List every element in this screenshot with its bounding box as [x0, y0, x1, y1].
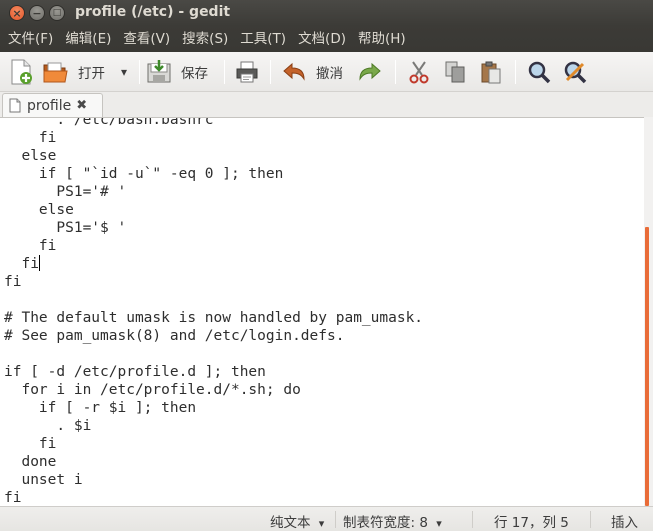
toolbar-separator — [270, 60, 271, 84]
new-document-icon — [11, 59, 32, 85]
code-line: # See pam_umask(8) and /etc/login.defs. — [4, 328, 345, 344]
menu-bar: 文件(F) 编辑(E) 查看(V) 搜索(S) 工具(T) 文档(D) 帮助(H… — [0, 26, 653, 52]
cursor-position: 行 17，列 5 — [494, 515, 569, 531]
menu-tools[interactable]: 工具(T) — [234, 26, 292, 52]
menu-view[interactable]: 查看(V) — [117, 26, 176, 52]
menu-help[interactable]: 帮助(H) — [352, 26, 412, 52]
save-button[interactable]: 保存 — [146, 58, 208, 86]
new-button[interactable] — [9, 58, 33, 86]
code-line: fi — [4, 274, 22, 290]
code-line: if [ -r $i ]; then — [4, 400, 197, 416]
minimize-icon: − — [32, 6, 42, 20]
undo-button-label: 撤消 — [316, 66, 343, 82]
language-label: 纯文本 — [270, 515, 311, 531]
chevron-down-icon: ▾ — [436, 517, 442, 530]
code-line: if [ "`id -u`" -eq 0 ]; then — [4, 166, 284, 182]
insert-mode: 插入 — [611, 515, 638, 531]
undo-button[interactable]: 撤消 — [282, 58, 343, 86]
code-line: fi — [4, 255, 40, 272]
print-icon — [236, 61, 258, 83]
close-tab-icon[interactable]: ✖ — [76, 98, 87, 113]
code-line: else — [4, 148, 57, 164]
status-separator — [590, 511, 591, 528]
chevron-down-icon: ▾ — [318, 517, 325, 530]
chevron-down-icon: ▾ — [121, 65, 128, 79]
minimize-window-button[interactable]: − — [29, 5, 45, 21]
code-line: fi — [4, 490, 22, 506]
code-line: fi — [4, 436, 57, 452]
menu-edit[interactable]: 编辑(E) — [59, 26, 117, 52]
tab-width-selector[interactable]: 制表符宽度: 8 ▾ — [343, 511, 442, 531]
code-line: if [ -d /etc/profile.d ]; then — [4, 364, 266, 380]
document-tab-bar: profile ✖ — [0, 92, 653, 117]
menu-file[interactable]: 文件(F) — [2, 26, 59, 52]
maximize-window-button[interactable]: □ — [49, 5, 65, 21]
text-cursor — [38, 255, 40, 271]
replace-icon — [564, 61, 587, 84]
tab-profile[interactable]: profile ✖ — [2, 93, 103, 117]
cut-button[interactable] — [408, 58, 430, 86]
code-line: for i in /etc/profile.d/*.sh; do — [4, 382, 301, 398]
code-line: fi — [4, 238, 57, 254]
code-line: else — [4, 202, 74, 218]
code-line: # The default umask is now handled by pa… — [4, 310, 424, 326]
text-editor[interactable]: . /etc/bash.bashrc fi else if [ "`id -u`… — [0, 117, 644, 506]
status-bar: 纯文本 ▾ 制表符宽度: 8 ▾ 行 17，列 5 插入 — [0, 506, 653, 531]
replace-button[interactable] — [563, 58, 587, 86]
save-button-label: 保存 — [181, 66, 208, 82]
code-line: fi — [4, 130, 57, 146]
toolbar-separator — [224, 60, 225, 84]
redo-button[interactable] — [358, 58, 382, 86]
copy-button[interactable] — [444, 58, 466, 86]
open-recent-dropdown[interactable]: ▾ — [121, 58, 127, 86]
code-line: PS1='# ' — [4, 184, 127, 200]
menu-documents[interactable]: 文档(D) — [292, 26, 352, 52]
tab-label: profile — [27, 97, 72, 114]
scrollbar-thumb[interactable] — [645, 227, 649, 506]
open-button-label: 打开 — [78, 66, 105, 82]
open-folder-icon — [43, 62, 68, 83]
language-selector[interactable]: 纯文本 ▾ — [270, 511, 324, 531]
toolbar-separator — [515, 60, 516, 84]
toolbar-separator — [395, 60, 396, 84]
window-title: profile (/etc) - gedit — [75, 4, 231, 20]
close-window-button[interactable]: × — [9, 5, 25, 21]
print-button[interactable] — [235, 58, 259, 86]
undo-icon — [283, 62, 305, 81]
status-separator — [335, 511, 336, 528]
code-line: PS1='$ ' — [4, 220, 127, 236]
title-bar: × − □ profile (/etc) - gedit — [0, 0, 653, 26]
copy-icon — [445, 61, 465, 83]
code-line: done — [4, 454, 57, 470]
close-icon: × — [12, 6, 22, 20]
toolbar-separator — [139, 60, 140, 84]
redo-icon — [359, 62, 381, 81]
save-icon — [147, 60, 171, 83]
toolbar: 打开 ▾ 保存 撤消 — [0, 52, 653, 92]
paste-icon — [481, 61, 501, 84]
search-icon — [528, 61, 551, 84]
open-button[interactable]: 打开 — [43, 58, 105, 86]
code-line: . /etc/bash.bashrc — [4, 117, 214, 128]
document-icon — [9, 98, 21, 113]
paste-button[interactable] — [479, 58, 503, 86]
code-content: . /etc/bash.bashrc fi else if [ "`id -u`… — [4, 117, 424, 506]
maximize-icon: □ — [52, 7, 62, 18]
code-line: unset i — [4, 472, 83, 488]
cut-icon — [409, 61, 429, 84]
tab-width-label: 制表符宽度: 8 — [343, 515, 428, 531]
search-button[interactable] — [527, 58, 551, 86]
code-line: . $i — [4, 418, 92, 434]
menu-search[interactable]: 搜索(S) — [176, 26, 234, 52]
status-separator — [472, 511, 473, 528]
